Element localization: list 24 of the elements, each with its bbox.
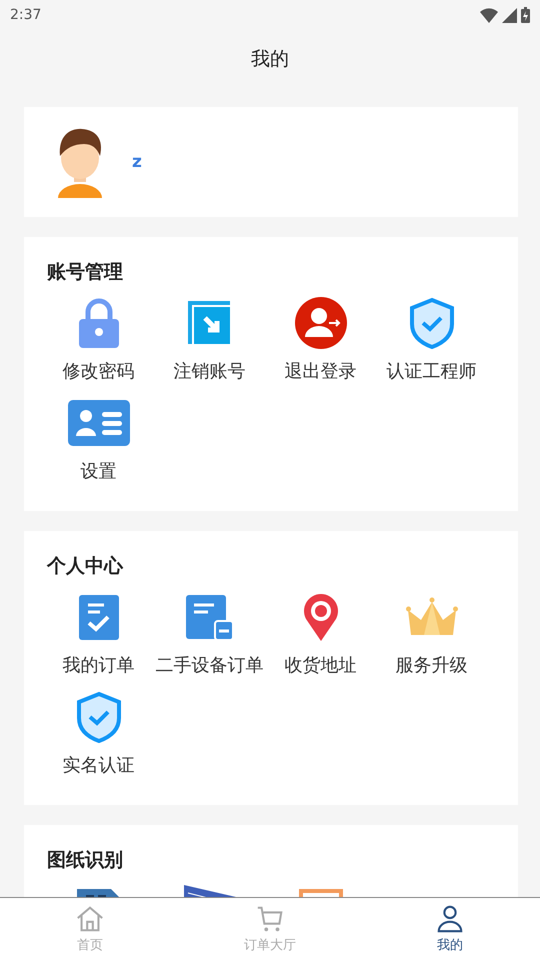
home-icon xyxy=(75,904,105,934)
cart-icon xyxy=(255,904,285,934)
menu-item-label[interactable]: 服务升级 xyxy=(396,653,468,677)
person-icon xyxy=(435,904,465,934)
status-time: 2:37 xyxy=(10,7,42,23)
menu-item-label[interactable]: 认证工程师 xyxy=(386,359,476,383)
section-title: 图纸识别 xyxy=(47,848,124,873)
nav-tab[interactable]: 我的 xyxy=(360,898,540,960)
menu-item-label[interactable]: 收货地址 xyxy=(284,653,356,677)
menu-item-label[interactable]: 退出登录 xyxy=(284,359,356,383)
menu-item-label[interactable]: 实名认证 xyxy=(62,753,134,777)
page-title: 我的 xyxy=(251,47,289,72)
battery-icon xyxy=(521,7,530,23)
user-name: z xyxy=(132,152,142,172)
signal-icon xyxy=(502,8,517,22)
section-title: 个人中心 xyxy=(47,554,124,579)
menu-item-label[interactable]: 注销账号 xyxy=(174,359,246,383)
menu-item-label[interactable]: 修改密码 xyxy=(62,359,134,383)
menu-item-label[interactable]: 二手设备订单 xyxy=(156,653,264,677)
id-card-icon xyxy=(68,399,130,447)
menu-item-label[interactable]: 设置 xyxy=(80,459,116,483)
wifi-icon xyxy=(480,8,498,22)
menu-item-label[interactable]: 我的订单 xyxy=(62,653,134,677)
section-title: 账号管理 xyxy=(47,260,124,285)
